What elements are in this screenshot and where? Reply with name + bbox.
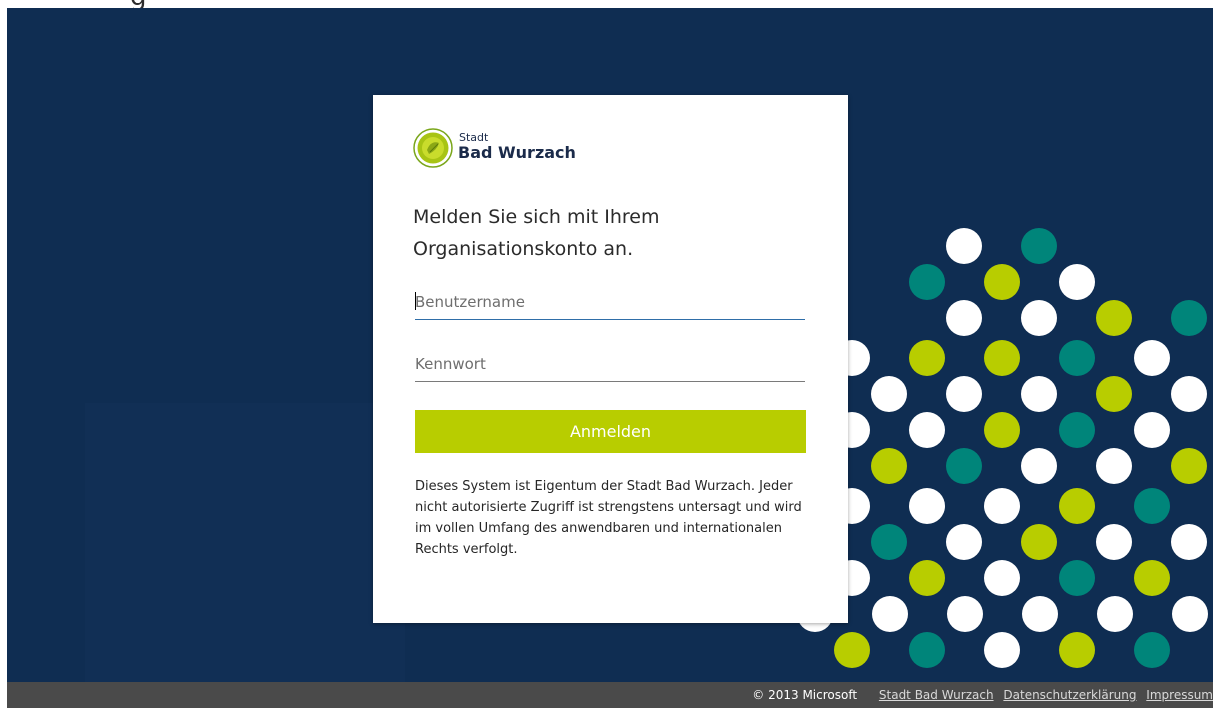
sign-in-heading: Melden Sie sich mit Ihrem Organisationsk…: [413, 206, 660, 260]
decorative-dot: [1059, 560, 1095, 596]
top-strip: g: [0, 0, 1213, 8]
decorative-dot: [909, 488, 945, 524]
decorative-dot: [946, 300, 982, 336]
decorative-dot: [909, 340, 945, 376]
cropped-text-fragment: g: [130, 0, 147, 8]
decorative-dot: [909, 560, 945, 596]
decorative-dot: [984, 340, 1020, 376]
decorative-dot: [1021, 448, 1057, 484]
decorative-dot: [984, 632, 1020, 668]
decorative-dot: [1171, 448, 1207, 484]
footer-link-privacy[interactable]: Datenschutzerklärung: [1003, 688, 1136, 702]
organization-logo: Stadt Bad Wurzach: [413, 128, 613, 170]
decorative-dot: [1171, 524, 1207, 560]
decorative-dot: [984, 488, 1020, 524]
footer-link-city[interactable]: Stadt Bad Wurzach: [879, 688, 994, 702]
footer-link-imprint[interactable]: Impressum: [1146, 688, 1213, 702]
decorative-dot: [1021, 376, 1057, 412]
text-cursor: [415, 292, 416, 310]
decorative-dot: [909, 632, 945, 668]
login-card: Stadt Bad Wurzach Melden Sie sich mit Ih…: [373, 95, 848, 623]
footer-links: © 2013 Microsoft Stadt Bad Wurzach Daten…: [752, 688, 1213, 702]
password-input[interactable]: [415, 347, 805, 382]
decorative-dot: [984, 412, 1020, 448]
copyright-text: © 2013 Microsoft: [752, 688, 858, 702]
decorative-dot: [1096, 448, 1132, 484]
decorative-dot: [1059, 264, 1095, 300]
decorative-dot: [984, 264, 1020, 300]
sign-in-button[interactable]: Anmelden: [415, 410, 806, 453]
decorative-dot: [871, 448, 907, 484]
footer: © 2013 Microsoft Stadt Bad Wurzach Daten…: [7, 682, 1213, 708]
decorative-dot: [946, 376, 982, 412]
decorative-dot: [1134, 632, 1170, 668]
legal-notice: Dieses System ist Eigentum der Stadt Bad…: [415, 479, 802, 557]
decorative-dot: [946, 228, 982, 264]
decorative-dot: [871, 524, 907, 560]
decorative-dot: [909, 264, 945, 300]
decorative-dot: [1134, 488, 1170, 524]
decorative-dot: [1059, 340, 1095, 376]
decorative-dot: [909, 412, 945, 448]
decorative-dot: [1171, 300, 1207, 336]
decorative-dot: [946, 448, 982, 484]
decorative-dot: [1134, 412, 1170, 448]
decorative-dot: [1059, 412, 1095, 448]
decorative-dot: [1021, 228, 1057, 264]
decorative-dot: [1097, 596, 1133, 632]
decorative-dot: [834, 632, 870, 668]
decorative-dot: [1059, 488, 1095, 524]
city-logo-icon: [413, 128, 453, 168]
decorative-dot: [1096, 300, 1132, 336]
decorative-dot: [946, 524, 982, 560]
decorative-dot: [1096, 524, 1132, 560]
decorative-dot: [871, 376, 907, 412]
logo-title: Bad Wurzach: [458, 143, 576, 162]
decorative-dot: [1096, 376, 1132, 412]
decorative-dot: [1059, 632, 1095, 668]
decorative-dot: [1021, 524, 1057, 560]
decorative-dot: [872, 596, 908, 632]
decorative-dot: [1172, 596, 1208, 632]
decorative-dot: [1022, 596, 1058, 632]
decorative-dot: [1171, 376, 1207, 412]
decorative-dot: [984, 560, 1020, 596]
decorative-dot: [1134, 560, 1170, 596]
decorative-dot: [1134, 340, 1170, 376]
decorative-dot: [1021, 300, 1057, 336]
decorative-dot: [947, 596, 983, 632]
username-input[interactable]: [415, 285, 805, 320]
